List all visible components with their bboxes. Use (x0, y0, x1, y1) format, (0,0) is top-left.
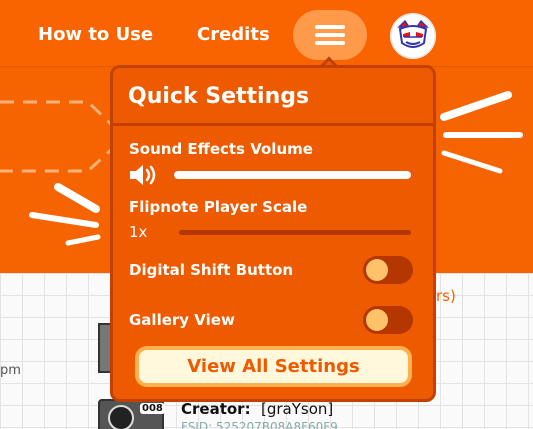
user-avatar-icon[interactable] (390, 13, 436, 59)
side-time-text: pm (0, 363, 21, 378)
toggle-knob (366, 309, 388, 331)
volume-fill (174, 171, 411, 179)
film-reel-icon (108, 405, 134, 429)
creator-name[interactable]: [graYson] (261, 400, 333, 418)
digital-shift-label: Digital Shift Button (129, 261, 294, 279)
menu-button[interactable] (293, 10, 367, 60)
digital-shift-toggle[interactable] (363, 256, 413, 284)
player-scale-slider[interactable] (179, 230, 411, 235)
sound-effects-label: Sound Effects Volume (129, 140, 313, 158)
quick-settings-popover: Quick Settings Sound Effects Volume Flip… (110, 65, 436, 402)
view-all-settings-button[interactable]: View All Settings (135, 346, 412, 387)
gallery-view-label: Gallery View (129, 311, 235, 329)
creator-label: Creator: (181, 400, 251, 418)
speaker-icon[interactable] (129, 164, 159, 186)
player-scale-value: 1x (129, 223, 148, 241)
divider (113, 123, 433, 126)
nav-link-credits[interactable]: Credits (197, 24, 270, 45)
toggle-knob (366, 259, 388, 281)
fsid-text: FSID: 525207B08A8F60F9 (181, 420, 338, 429)
popover-title: Quick Settings (128, 84, 310, 109)
top-navigation-bar: How to Use Credits (0, 0, 533, 66)
paren-text: rs) (436, 287, 456, 305)
gallery-view-toggle[interactable] (363, 306, 413, 334)
player-scale-label: Flipnote Player Scale (129, 198, 308, 216)
nav-link-how-to-use[interactable]: How to Use (38, 24, 153, 45)
sound-effects-volume-slider[interactable] (174, 171, 411, 179)
hamburger-menu-icon (315, 25, 345, 29)
flipnote-thumbnail[interactable]: 008 (98, 399, 165, 429)
thumbnail-count-badge: 008 (140, 403, 165, 414)
